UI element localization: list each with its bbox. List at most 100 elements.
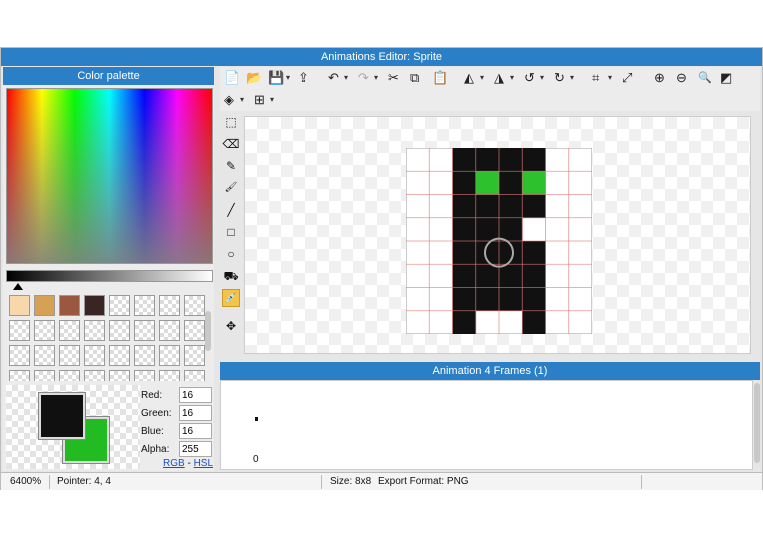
sprite-pixel[interactable] [499, 287, 523, 312]
sprite-pixel[interactable] [475, 148, 500, 172]
color-swatch[interactable] [184, 370, 205, 381]
sprite-pixel[interactable] [475, 264, 500, 288]
sprite-pixel[interactable] [452, 171, 477, 195]
color-swatch[interactable] [9, 320, 30, 341]
sprite-canvas[interactable] [406, 148, 592, 334]
color-swatch[interactable] [109, 370, 130, 381]
brightness-slider[interactable] [6, 270, 213, 282]
ellipse-tool-icon[interactable]: ○ [222, 245, 240, 263]
grid-icon[interactable]: ⊞ [254, 91, 265, 109]
eraser-tool-icon[interactable]: ⌫ [222, 135, 240, 153]
crop-dropdown-icon[interactable]: ▾ [608, 69, 612, 87]
paste-icon[interactable]: 📋 [432, 69, 448, 87]
select-tool-icon[interactable]: ⬚ [222, 113, 240, 131]
color-swatch[interactable] [59, 320, 80, 341]
sprite-pixel[interactable] [452, 194, 477, 219]
flip-vertical-icon[interactable]: ◮ [494, 69, 504, 87]
sprite-pixel[interactable] [522, 310, 546, 334]
color-swatch[interactable] [109, 295, 130, 316]
flip-h-dropdown-icon[interactable]: ▾ [480, 69, 484, 87]
undo-icon[interactable]: ↶ [328, 69, 339, 87]
color-swatch[interactable] [84, 295, 105, 316]
color-swatch[interactable] [159, 320, 180, 341]
color-swatch[interactable] [59, 370, 80, 381]
sprite-pixel[interactable] [452, 148, 477, 172]
foreground-color-box[interactable] [38, 392, 86, 440]
swatch-scrollbar[interactable] [205, 311, 211, 351]
sprite-pixel[interactable] [452, 310, 477, 334]
sprite-pixel[interactable] [499, 217, 523, 242]
resize-icon[interactable]: ⤢ [622, 69, 632, 87]
redo-icon[interactable]: ↷ [358, 69, 369, 87]
crop-icon[interactable]: ⌗ [592, 69, 599, 87]
zoom-fit-icon[interactable]: 🔍 [698, 69, 712, 87]
flip-horizontal-icon[interactable]: ◭ [464, 69, 474, 87]
sprite-pixel[interactable] [522, 171, 546, 195]
zoom-in-icon[interactable]: ⊕ [654, 69, 665, 87]
blue-input[interactable] [179, 423, 212, 439]
sprite-pixel[interactable] [522, 194, 546, 219]
undo-dropdown-icon[interactable]: ▾ [344, 69, 348, 87]
color-swatch[interactable] [184, 345, 205, 366]
color-swatch[interactable] [109, 320, 130, 341]
rgb-link[interactable]: RGB [163, 458, 185, 469]
color-swatch[interactable] [9, 295, 30, 316]
zoom-out-icon[interactable]: ⊖ [676, 69, 687, 87]
new-file-icon[interactable]: 📄 [224, 69, 240, 87]
color-swatch[interactable] [34, 295, 55, 316]
sprite-pixel[interactable] [522, 264, 546, 288]
line-tool-icon[interactable]: ╱ [222, 201, 240, 219]
sprite-pixel[interactable] [499, 171, 523, 195]
color-spectrum[interactable] [6, 88, 213, 264]
layers-dropdown-icon[interactable]: ▾ [240, 91, 244, 109]
sprite-pixel[interactable] [475, 194, 500, 219]
sprite-pixel[interactable] [522, 287, 546, 312]
rotate-ccw-icon[interactable]: ↺ [524, 69, 535, 87]
color-swatch[interactable] [134, 370, 155, 381]
color-swatch[interactable] [9, 345, 30, 366]
green-input[interactable] [179, 405, 212, 421]
sprite-pixel[interactable] [452, 287, 477, 312]
save-dropdown-icon[interactable]: ▾ [286, 69, 290, 87]
rotate-ccw-dropdown-icon[interactable]: ▾ [540, 69, 544, 87]
color-swatch[interactable] [134, 320, 155, 341]
canvas-area[interactable] [244, 116, 751, 354]
color-swatch[interactable] [59, 295, 80, 316]
red-input[interactable] [179, 387, 212, 403]
save-icon[interactable]: 💾 [268, 69, 284, 87]
rotate-cw-dropdown-icon[interactable]: ▾ [570, 69, 574, 87]
sprite-pixel[interactable] [475, 171, 500, 195]
sprite-pixel[interactable] [452, 217, 477, 242]
move-tool-icon[interactable]: ✥ [222, 317, 240, 335]
color-swatch[interactable] [159, 345, 180, 366]
color-swatch[interactable] [9, 370, 30, 381]
cut-icon[interactable]: ✂ [388, 69, 399, 87]
sprite-pixel[interactable] [452, 264, 477, 288]
sprite-pixel[interactable] [475, 217, 500, 242]
flip-v-dropdown-icon[interactable]: ▾ [510, 69, 514, 87]
redo-dropdown-icon[interactable]: ▾ [374, 69, 378, 87]
color-swatch[interactable] [184, 295, 205, 316]
sprite-pixel[interactable] [475, 287, 500, 312]
color-swatch[interactable] [59, 345, 80, 366]
rotate-cw-icon[interactable]: ↻ [554, 69, 565, 87]
background-toggle-icon[interactable]: ◩ [720, 69, 732, 87]
pencil-tool-icon[interactable]: ✎ [222, 157, 240, 175]
rectangle-tool-icon[interactable]: □ [222, 223, 240, 241]
brightness-slider-handle[interactable] [13, 283, 23, 290]
color-swatch[interactable] [109, 345, 130, 366]
sprite-pixel[interactable] [522, 241, 546, 265]
copy-icon[interactable]: ⧉ [410, 69, 419, 87]
color-swatch[interactable] [84, 345, 105, 366]
sprite-pixel[interactable] [522, 148, 546, 172]
color-swatch[interactable] [184, 320, 205, 341]
layers-icon[interactable]: ◈ [224, 91, 234, 109]
color-swatch[interactable] [159, 295, 180, 316]
sprite-pixel[interactable] [499, 148, 523, 172]
color-swatch[interactable] [34, 345, 55, 366]
frame-thumbnail[interactable] [255, 417, 258, 421]
color-swatch[interactable] [134, 345, 155, 366]
color-swatch[interactable] [84, 320, 105, 341]
alpha-input[interactable] [179, 441, 212, 457]
eyedropper-tool-icon[interactable]: 💉 [222, 289, 240, 307]
